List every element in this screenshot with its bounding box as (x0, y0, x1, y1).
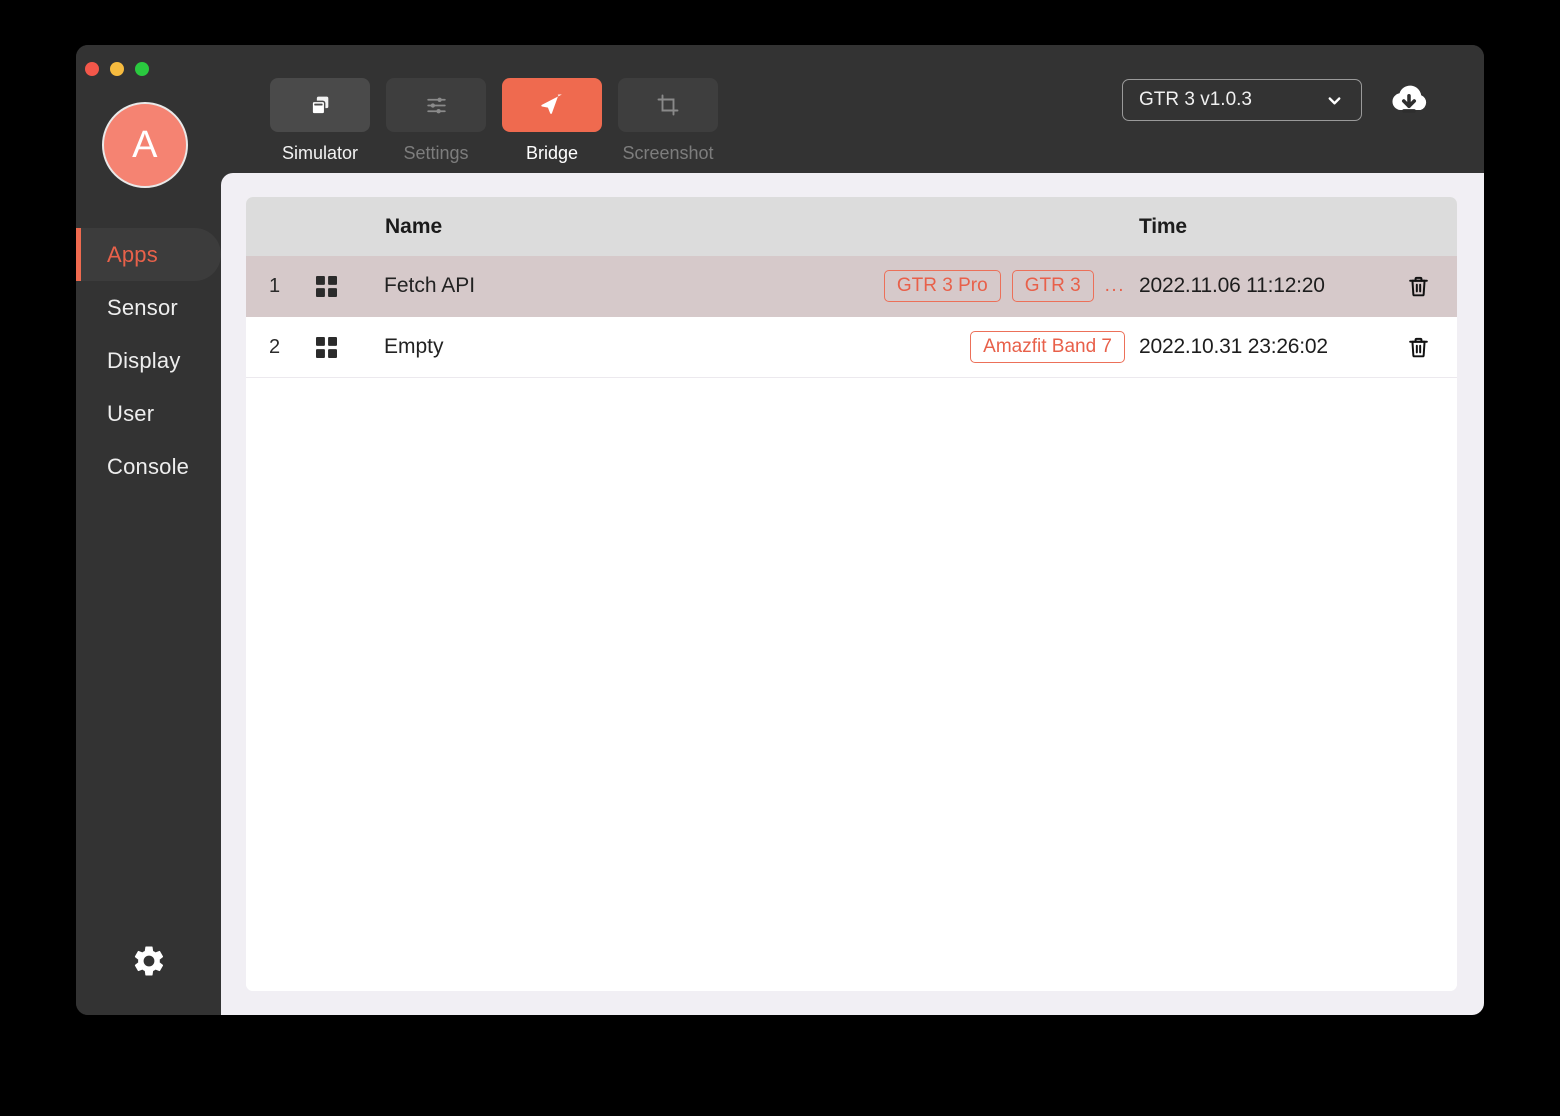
tab-label: Bridge (525, 143, 579, 163)
chevron-down-icon (1325, 91, 1361, 110)
sidebar-item-user[interactable]: User (76, 387, 221, 440)
device-select-value: GTR 3 v1.0.3 (1139, 89, 1252, 110)
minimize-window-button[interactable] (110, 62, 124, 76)
device-tag: GTR 3 (1011, 270, 1094, 302)
tab-settings[interactable]: Settings (386, 78, 486, 164)
sidebar-item-label: Sensor (107, 294, 178, 320)
row-index: 1 (268, 274, 281, 297)
avatar-letter: A (132, 123, 158, 166)
sidebar-item-label: Display (107, 347, 181, 373)
row-index: 2 (268, 335, 281, 358)
table-body: 1 Fetch API GTR 3 Pro GTR 3 ... 2022.11.… (246, 256, 1457, 991)
delete-row-button[interactable] (1379, 335, 1457, 360)
windows-stack-icon (270, 78, 370, 132)
cloud-download-icon[interactable] (1387, 80, 1431, 120)
tab-label: Screenshot (622, 143, 714, 163)
sidebar-item-sensor[interactable]: Sensor (76, 281, 221, 334)
column-header-time: Time (1139, 214, 1187, 238)
avatar[interactable]: A (102, 102, 188, 188)
tab-label: Simulator (281, 143, 359, 163)
sliders-icon (386, 78, 486, 132)
device-select[interactable]: GTR 3 v1.0.3 (1122, 79, 1362, 121)
sidebar: A Apps Sensor Display User Console (76, 45, 221, 1015)
grid-icon (303, 275, 349, 297)
app-window: A Apps Sensor Display User Console Simul… (76, 45, 1484, 1015)
sidebar-item-display[interactable]: Display (76, 334, 221, 387)
tab-simulator[interactable]: Simulator (270, 78, 370, 164)
main-area: Simulator Settings Bridge Screenshot GTR… (221, 45, 1484, 1015)
send-paper-plane-icon (502, 78, 602, 132)
sidebar-nav: Apps Sensor Display User Console (76, 228, 221, 493)
tab-bridge[interactable]: Bridge (502, 78, 602, 164)
close-window-button[interactable] (85, 62, 99, 76)
table-row[interactable]: 1 Fetch API GTR 3 Pro GTR 3 ... 2022.11.… (246, 256, 1457, 317)
table-row[interactable]: 2 Empty Amazfit Band 7 2022.10.31 23:26:… (246, 317, 1457, 378)
content-panel: Name Time 1 Fetch API GTR 3 Pro GTR 3 ..… (221, 173, 1484, 1015)
device-tag: Amazfit Band 7 (970, 331, 1125, 363)
gear-icon[interactable] (131, 943, 167, 979)
sidebar-item-apps[interactable]: Apps (76, 228, 221, 281)
tab-label: Settings (403, 143, 469, 163)
crop-icon (618, 78, 718, 132)
apps-table-card: Name Time 1 Fetch API GTR 3 Pro GTR 3 ..… (246, 197, 1457, 991)
toolbar: Simulator Settings Bridge Screenshot GTR… (221, 45, 1484, 173)
row-time: 2022.10.31 23:26:02 (1139, 335, 1328, 358)
tab-screenshot[interactable]: Screenshot (618, 78, 718, 164)
device-tag: GTR 3 Pro (883, 270, 1001, 302)
toolbar-tools: Simulator Settings Bridge Screenshot (270, 78, 718, 164)
sidebar-item-label: User (107, 400, 155, 426)
row-time: 2022.11.06 11:12:20 (1139, 274, 1325, 297)
sidebar-footer (76, 943, 221, 979)
row-tags: GTR 3 Pro GTR 3 ... (883, 270, 1139, 302)
row-app-name: Fetch API (384, 274, 476, 297)
sidebar-item-console[interactable]: Console (76, 440, 221, 493)
trash-icon (1406, 335, 1431, 360)
delete-row-button[interactable] (1379, 274, 1457, 299)
row-app-name: Empty (384, 335, 444, 358)
maximize-window-button[interactable] (135, 62, 149, 76)
sidebar-item-label: Apps (107, 241, 158, 267)
row-tags: Amazfit Band 7 (970, 331, 1139, 363)
tags-overflow-indicator[interactable]: ... (1105, 275, 1125, 297)
table-header: Name Time (246, 197, 1457, 256)
window-controls (85, 62, 149, 76)
trash-icon (1406, 274, 1431, 299)
column-header-name: Name (385, 214, 443, 238)
sidebar-item-label: Console (107, 453, 190, 479)
grid-icon (303, 336, 349, 358)
